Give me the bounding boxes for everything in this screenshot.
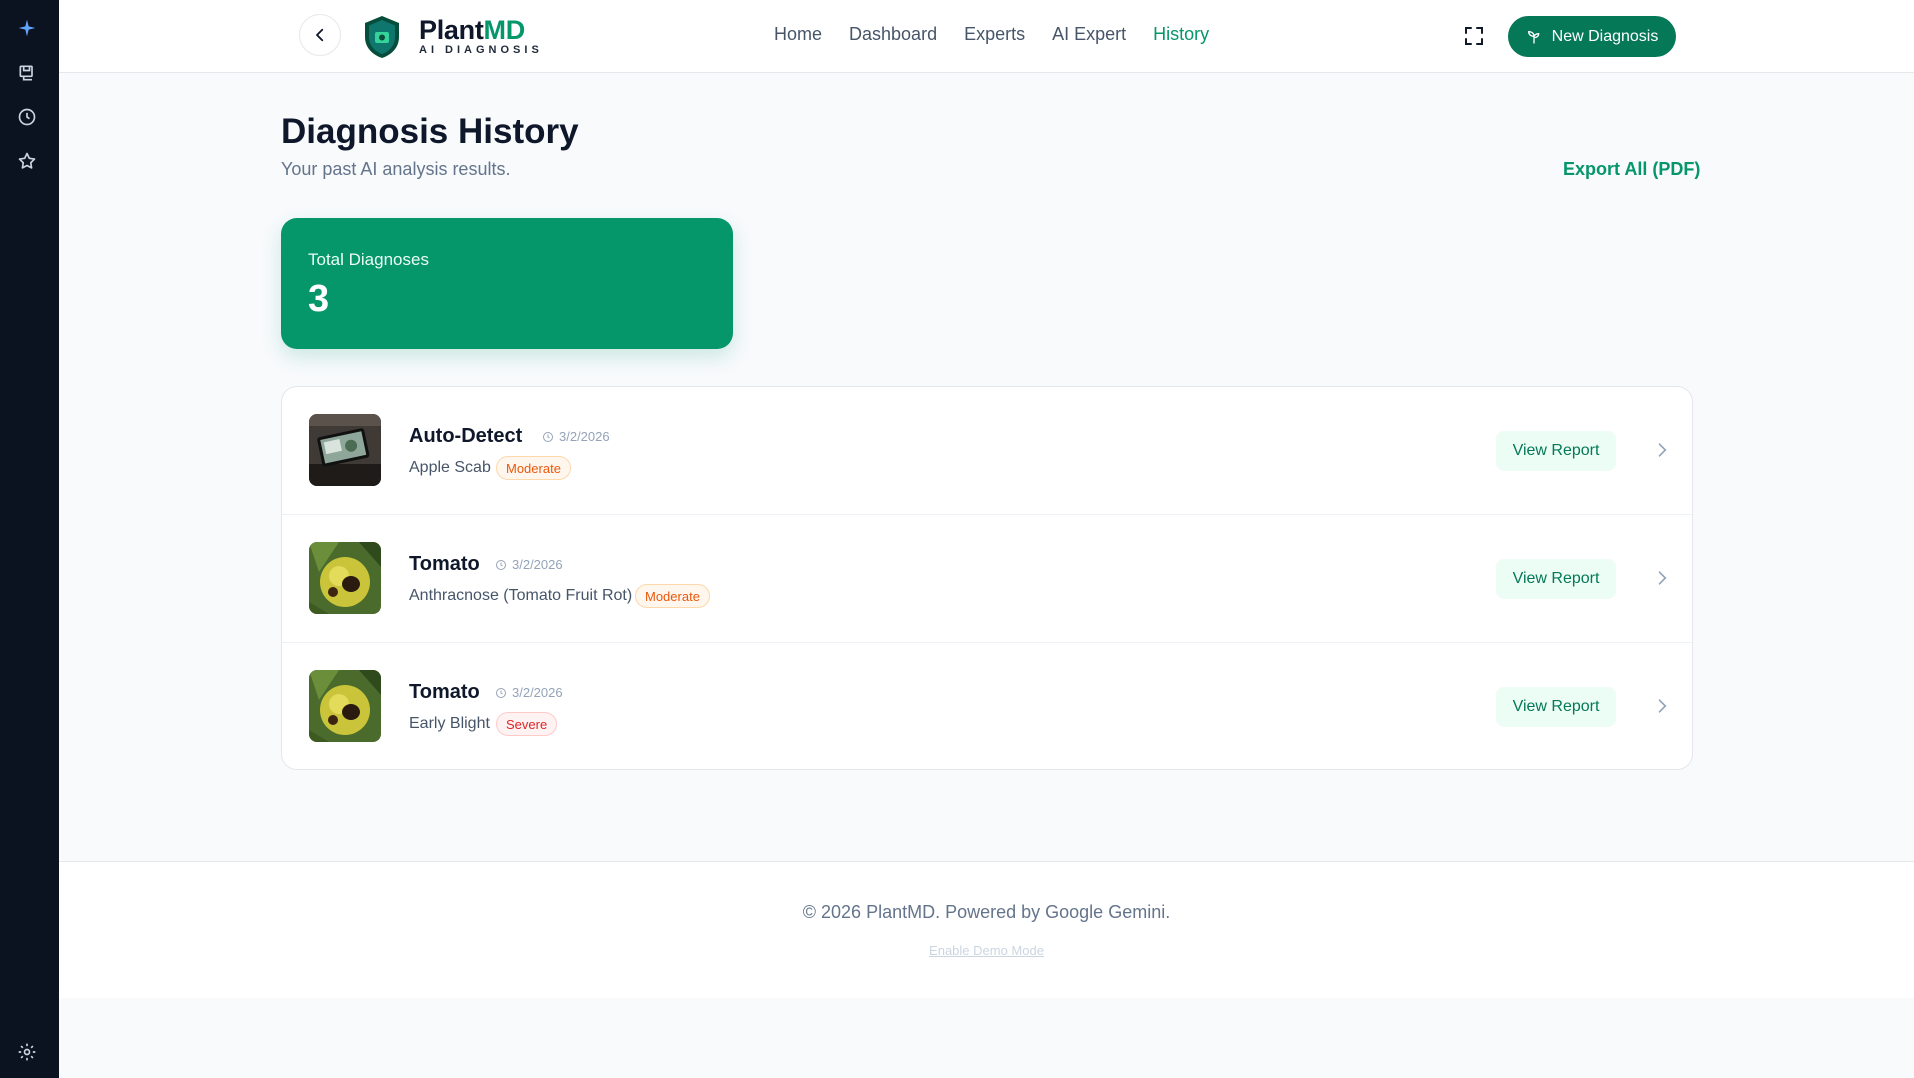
brand[interactable]: PlantMD AI DIAGNOSIS	[419, 14, 543, 56]
diagnosis-date: 3/2/2026	[495, 557, 563, 572]
sparkle-icon[interactable]	[15, 16, 39, 40]
severity-badge: Moderate	[635, 584, 710, 608]
stat-value: 3	[308, 278, 330, 320]
date-text: 3/2/2026	[559, 429, 610, 444]
view-report-button[interactable]: View Report	[1496, 559, 1616, 599]
save-icon[interactable]	[15, 61, 39, 85]
page-subtitle: Your past AI analysis results.	[281, 159, 511, 179]
brand-subtitle: AI DIAGNOSIS	[419, 44, 543, 56]
date-text: 3/2/2026	[512, 557, 563, 572]
history-row[interactable]: Auto-Detect 3/2/2026 Apple Scab Moderate…	[282, 387, 1692, 515]
diagnosis-date: 3/2/2026	[542, 429, 610, 444]
new-diagnosis-label: New Diagnosis	[1551, 27, 1659, 45]
gear-icon[interactable]	[15, 1040, 39, 1064]
main-nav: Home Dashboard Experts AI Expert History	[774, 24, 1209, 45]
nav-history[interactable]: History	[1153, 24, 1209, 45]
diagnosis-name: Anthracnose (Tomato Fruit Rot)	[409, 587, 633, 604]
top-header: PlantMD AI DIAGNOSIS Home Dashboard Expe…	[59, 0, 1914, 73]
crop-name: Tomato	[409, 553, 480, 575]
history-row[interactable]: Tomato 3/2/2026 Early Blight Severe View…	[282, 643, 1692, 769]
crop-name: Tomato	[409, 681, 480, 703]
new-diagnosis-button[interactable]: New Diagnosis	[1508, 16, 1676, 57]
stat-label: Total Diagnoses	[308, 250, 429, 269]
severity-badge: Moderate	[496, 456, 571, 480]
view-report-button[interactable]: View Report	[1496, 431, 1616, 471]
star-icon[interactable]	[15, 149, 39, 173]
left-rail	[0, 0, 59, 1078]
chevron-right-icon[interactable]	[1652, 440, 1672, 460]
view-report-button[interactable]: View Report	[1496, 687, 1616, 727]
export-all-pdf-link[interactable]: Export All (PDF)	[1563, 159, 1700, 180]
clock-icon	[543, 431, 553, 442]
enable-demo-mode-link[interactable]: Enable Demo Mode	[59, 943, 1914, 958]
nav-home[interactable]: Home	[774, 24, 822, 45]
crop-name: Auto-Detect	[409, 425, 523, 447]
clock-icon	[496, 687, 506, 698]
diagnosis-name: Apple Scab	[409, 459, 491, 476]
chevron-right-icon[interactable]	[1652, 696, 1672, 716]
back-button[interactable]	[299, 14, 341, 56]
history-list: Auto-Detect 3/2/2026 Apple Scab Moderate…	[281, 386, 1693, 770]
diagnosis-thumbnail	[309, 414, 381, 486]
footer: © 2026 PlantMD. Powered by Google Gemini…	[59, 861, 1914, 998]
history-row[interactable]: Tomato 3/2/2026 Anthracnose (Tomato Frui…	[282, 515, 1692, 643]
clock-icon	[496, 559, 506, 570]
severity-badge: Severe	[496, 712, 558, 736]
nav-experts[interactable]: Experts	[964, 24, 1025, 45]
total-diagnoses-card: Total Diagnoses 3	[281, 218, 733, 349]
diagnosis-thumbnail	[309, 542, 381, 614]
chevron-left-icon	[316, 28, 324, 42]
date-text: 3/2/2026	[512, 685, 563, 700]
nav-dashboard[interactable]: Dashboard	[849, 24, 937, 45]
footer-copyright: © 2026 PlantMD. Powered by Google Gemini…	[802, 902, 1171, 922]
chevron-right-icon[interactable]	[1652, 568, 1672, 588]
plantmd-logo-icon	[363, 15, 401, 59]
diagnosis-thumbnail	[309, 670, 381, 742]
diagnosis-date: 3/2/2026	[495, 685, 563, 700]
diagnosis-name: Early Blight	[409, 715, 490, 732]
brand-name: PlantMD	[419, 15, 525, 45]
clock-icon[interactable]	[15, 105, 39, 129]
sprout-icon	[1527, 30, 1539, 44]
fullscreen-icon[interactable]	[1462, 24, 1486, 48]
page-title: Diagnosis History	[281, 112, 579, 151]
nav-ai-expert[interactable]: AI Expert	[1052, 24, 1126, 45]
